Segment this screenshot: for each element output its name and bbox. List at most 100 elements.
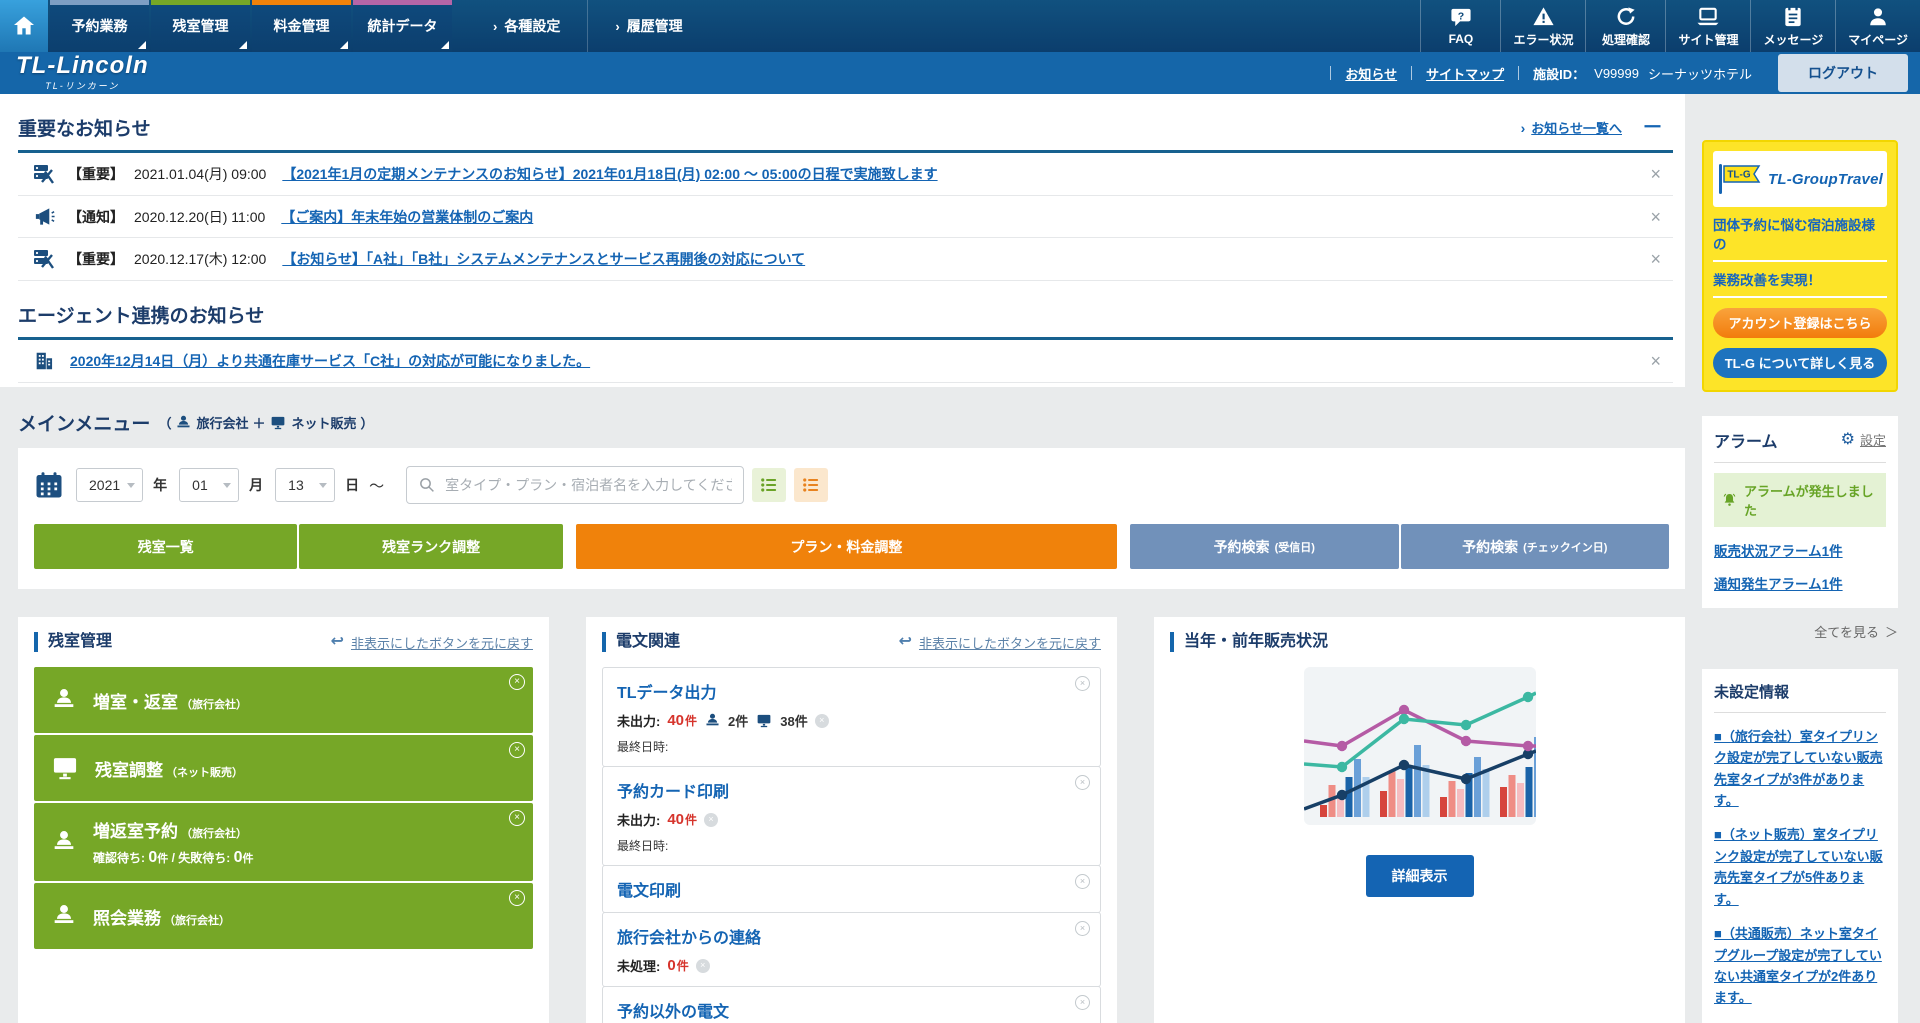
- caret-down-icon: [127, 483, 135, 488]
- alarm-card: アラーム ⚙ 設定 アラームが発生しました 販売状況アラーム1件 通知発生アラー…: [1702, 416, 1898, 608]
- news-link[interactable]: 【2021年1月の定期メンテナンスのお知らせ】2021年01月18日(月) 02…: [282, 164, 937, 184]
- search-box: [406, 466, 744, 504]
- close-icon[interactable]: ×: [1642, 250, 1669, 268]
- unset-item-link[interactable]: ■（ネット販売）室タイプリンク設定が完了していない販売先室タイプが5件あります。: [1714, 824, 1886, 910]
- collapse-button[interactable]: －: [1642, 117, 1663, 138]
- list-view-green-button[interactable]: [752, 468, 786, 502]
- util-mypage[interactable]: マイページ: [1835, 0, 1920, 52]
- day-label: 日: [345, 475, 359, 495]
- close-icon[interactable]: ×: [1642, 352, 1669, 370]
- divider: [1714, 712, 1886, 713]
- undo-icon: ↩: [331, 634, 344, 650]
- main-column: 重要なお知らせ › お知らせ一覧へ － 【重要】 2021.01.04(月) 0…: [0, 94, 1702, 1023]
- list-view-orange-button[interactable]: [794, 468, 828, 502]
- nav-link-history[interactable]: › 履歴管理: [587, 0, 709, 52]
- room-list-button[interactable]: 残室一覧: [34, 524, 297, 569]
- news-tag: 【重要】: [68, 249, 124, 269]
- unset-info-card: 未設定情報 ■（旅行会社）室タイプリンク設定が完了していない販売先室タイプが3件…: [1702, 669, 1898, 1023]
- card-title-link[interactable]: 予約カード印刷: [617, 778, 729, 802]
- logout-button[interactable]: ログアウト: [1778, 54, 1908, 92]
- restore-hidden-buttons[interactable]: ↩ 非表示にしたボタンを元に戻す: [899, 633, 1101, 652]
- app-header: TL-Lincoln TL-リンカーン お知らせ サイトマップ 施設ID： V9…: [0, 52, 1920, 94]
- util-message[interactable]: メッセージ: [1750, 0, 1835, 52]
- card-title-link[interactable]: 旅行会社からの連絡: [617, 924, 761, 948]
- hide-card-icon[interactable]: ×: [1075, 995, 1090, 1010]
- util-site-management[interactable]: サイト管理: [1665, 0, 1750, 52]
- news-link[interactable]: 2020年12月14日（月）より共通在庫サービス「C社」の対応が可能になりました…: [70, 351, 590, 371]
- util-process-check[interactable]: 処理確認: [1585, 0, 1665, 52]
- hide-card-icon[interactable]: ×: [1075, 921, 1090, 936]
- util-faq[interactable]: ? FAQ: [1420, 0, 1500, 52]
- news-link[interactable]: 【ご案内】年末年始の営業体制のご案内: [281, 207, 533, 227]
- news-block: 重要なお知らせ › お知らせ一覧へ － 【重要】 2021.01.04(月) 0…: [0, 94, 1685, 387]
- close-icon[interactable]: ×: [1642, 165, 1669, 183]
- inquiry-button[interactable]: 照会業務（旅行会社） ×: [34, 883, 533, 949]
- tab-room-management[interactable]: 残室管理: [151, 0, 250, 52]
- room-rank-button[interactable]: 残室ランク調整: [299, 524, 562, 569]
- card-title-link[interactable]: 予約以外の電文: [617, 998, 729, 1022]
- hide-card-icon[interactable]: ×: [1075, 775, 1090, 790]
- tab-statistics[interactable]: 統計データ: [353, 0, 452, 52]
- hide-button-icon[interactable]: ×: [509, 742, 525, 758]
- hide-card-icon[interactable]: ×: [1075, 676, 1090, 691]
- notice-alarm-link[interactable]: 通知発生アラーム1件: [1714, 573, 1886, 593]
- card-title-link[interactable]: 電文印刷: [617, 877, 681, 901]
- hide-button-icon[interactable]: ×: [509, 674, 525, 690]
- booking-search-checkin-button[interactable]: 予約検索 (チェックイン日): [1401, 524, 1670, 569]
- megaphone-icon: [30, 205, 58, 228]
- notice-link[interactable]: お知らせ: [1331, 64, 1411, 83]
- tab-corner-icon: [138, 41, 146, 49]
- clear-count-icon[interactable]: ×: [815, 714, 829, 728]
- list-icon: [801, 475, 821, 495]
- hide-button-icon[interactable]: ×: [509, 890, 525, 906]
- sales-alarm-link[interactable]: 販売状況アラーム1件: [1714, 540, 1886, 560]
- plan-rate-button[interactable]: プラン・料金調整: [576, 524, 1117, 569]
- svg-text:?: ?: [1458, 10, 1464, 22]
- tab-label: 残室管理: [173, 16, 229, 36]
- add-return-booking-button[interactable]: 増返室予約（旅行会社） 確認待ち: 0件 / 失敗待ち: 0件 ×: [34, 803, 533, 881]
- hide-button-icon[interactable]: ×: [509, 810, 525, 826]
- alarm-settings-link[interactable]: ⚙ 設定: [1841, 430, 1886, 449]
- util-label: 処理確認: [1602, 31, 1650, 48]
- search-input[interactable]: [445, 477, 732, 493]
- nav-link-label: 各種設定: [504, 16, 560, 36]
- booking-search-received-button[interactable]: 予約検索 (受信日): [1130, 524, 1399, 569]
- restore-hidden-buttons[interactable]: ↩ 非表示にしたボタンを元に戻す: [331, 633, 533, 652]
- app-logo[interactable]: TL-Lincoln TL-リンカーン: [16, 54, 149, 92]
- hide-card-icon[interactable]: ×: [1075, 874, 1090, 889]
- paren: （: [158, 413, 171, 432]
- net-sales-label: ネット販売: [291, 413, 356, 432]
- detail-view-button[interactable]: 詳細表示: [1366, 855, 1474, 897]
- month-select[interactable]: 01: [179, 468, 239, 502]
- clear-count-icon[interactable]: ×: [696, 959, 710, 973]
- clear-count-icon[interactable]: ×: [704, 813, 718, 827]
- svg-text:TL-G: TL-G: [1727, 170, 1751, 181]
- room-management-panel: 残室管理 ↩ 非表示にしたボタンを元に戻す 増室・返室（旅行会社） × 残室調整…: [18, 617, 549, 1023]
- home-tab[interactable]: [0, 0, 48, 52]
- tlg-detail-button[interactable]: TL-G について詳しく見る: [1713, 348, 1887, 378]
- tlg-flag-icon: TL-G: [1717, 162, 1761, 196]
- tab-reservation[interactable]: 予約業務: [50, 0, 149, 52]
- tab-corner-icon: [441, 41, 449, 49]
- sitemap-link[interactable]: サイトマップ: [1412, 64, 1518, 83]
- logo-text: TL-Lincoln: [16, 54, 149, 78]
- card-title-link[interactable]: TLデータ出力: [617, 679, 717, 703]
- tab-stripe: [353, 0, 452, 5]
- tlg-logo[interactable]: TL-G TL-GroupTravel: [1713, 151, 1887, 207]
- year-select[interactable]: 2021: [76, 468, 143, 502]
- day-select[interactable]: 13: [275, 468, 335, 502]
- room-adjust-button[interactable]: 残室調整（ネット販売） ×: [34, 735, 533, 801]
- util-error-status[interactable]: エラー状況: [1500, 0, 1585, 52]
- nav-link-settings[interactable]: › 各種設定: [466, 0, 587, 52]
- account-register-button[interactable]: アカウント登録はこちら: [1713, 308, 1887, 338]
- add-return-room-button[interactable]: 増室・返室（旅行会社） ×: [34, 667, 533, 733]
- error-icon: [1531, 5, 1556, 28]
- facility-id-label: 施設ID：: [1533, 64, 1585, 83]
- news-link[interactable]: 【お知らせ】「A社」「B社」システムメンテナンスとサービス再開後の対応について: [282, 249, 805, 269]
- news-list-link[interactable]: › お知らせ一覧へ: [1521, 118, 1622, 137]
- close-icon[interactable]: ×: [1642, 208, 1669, 226]
- tab-rate-management[interactable]: 料金管理: [252, 0, 351, 52]
- see-all-link[interactable]: 全てを見る ＞: [1702, 622, 1898, 641]
- unset-item-link[interactable]: ■（共通販売）ネット室タイプグループ設定が完了していない共通室タイプが2件ありま…: [1714, 923, 1886, 1009]
- unset-item-link[interactable]: ■（旅行会社）室タイプリンク設定が完了していない販売先室タイプが3件があります。: [1714, 726, 1886, 812]
